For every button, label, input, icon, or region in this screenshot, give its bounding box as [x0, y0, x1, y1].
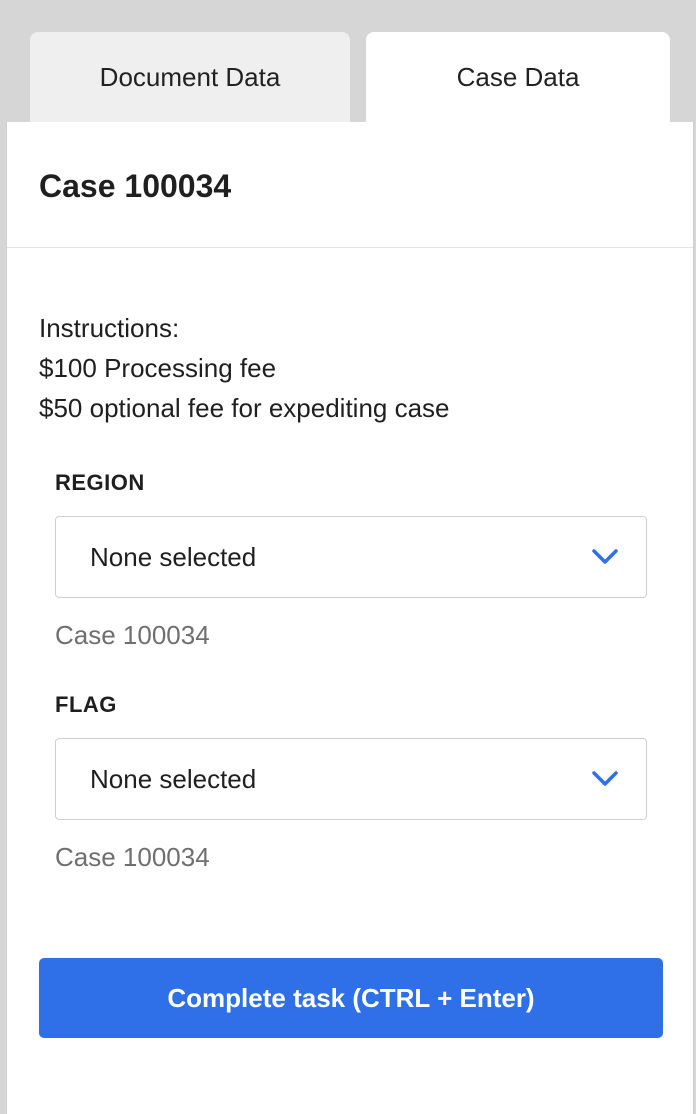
flag-select[interactable]: None selected: [55, 738, 647, 820]
region-field: REGION None selected Case 100034: [55, 468, 647, 652]
region-helper-text: Case 100034: [55, 620, 210, 650]
complete-task-button[interactable]: Complete task (CTRL + Enter): [39, 958, 663, 1038]
instructions: Instructions: $100 Processing fee $50 op…: [39, 308, 450, 428]
instruction-line: $50 optional fee for expediting case: [39, 393, 450, 423]
tab-document-data[interactable]: Document Data: [30, 32, 350, 123]
tab-bar: Document Data Case Data: [30, 32, 670, 123]
case-title: Case 100034: [39, 168, 232, 204]
region-select-value: None selected: [90, 541, 257, 572]
region-label: REGION: [55, 470, 145, 495]
tab-label: Case Data: [456, 62, 580, 92]
tab-label: Document Data: [99, 62, 281, 92]
flag-helper-text: Case 100034: [55, 842, 210, 872]
panel-header: Case 100034: [7, 122, 693, 248]
region-select[interactable]: None selected: [55, 516, 647, 598]
flag-label: FLAG: [55, 692, 117, 717]
instruction-line: $100 Processing fee: [39, 353, 277, 383]
flag-select-value: None selected: [90, 763, 257, 794]
instructions-heading: Instructions:: [39, 313, 180, 343]
chevron-down-icon: [590, 769, 620, 789]
tab-case-data[interactable]: Case Data: [366, 32, 670, 123]
flag-field: FLAG None selected Case 100034: [55, 690, 647, 874]
chevron-down-icon: [590, 547, 620, 567]
case-data-panel: Case 100034 Instructions: $100 Processin…: [6, 122, 694, 1114]
